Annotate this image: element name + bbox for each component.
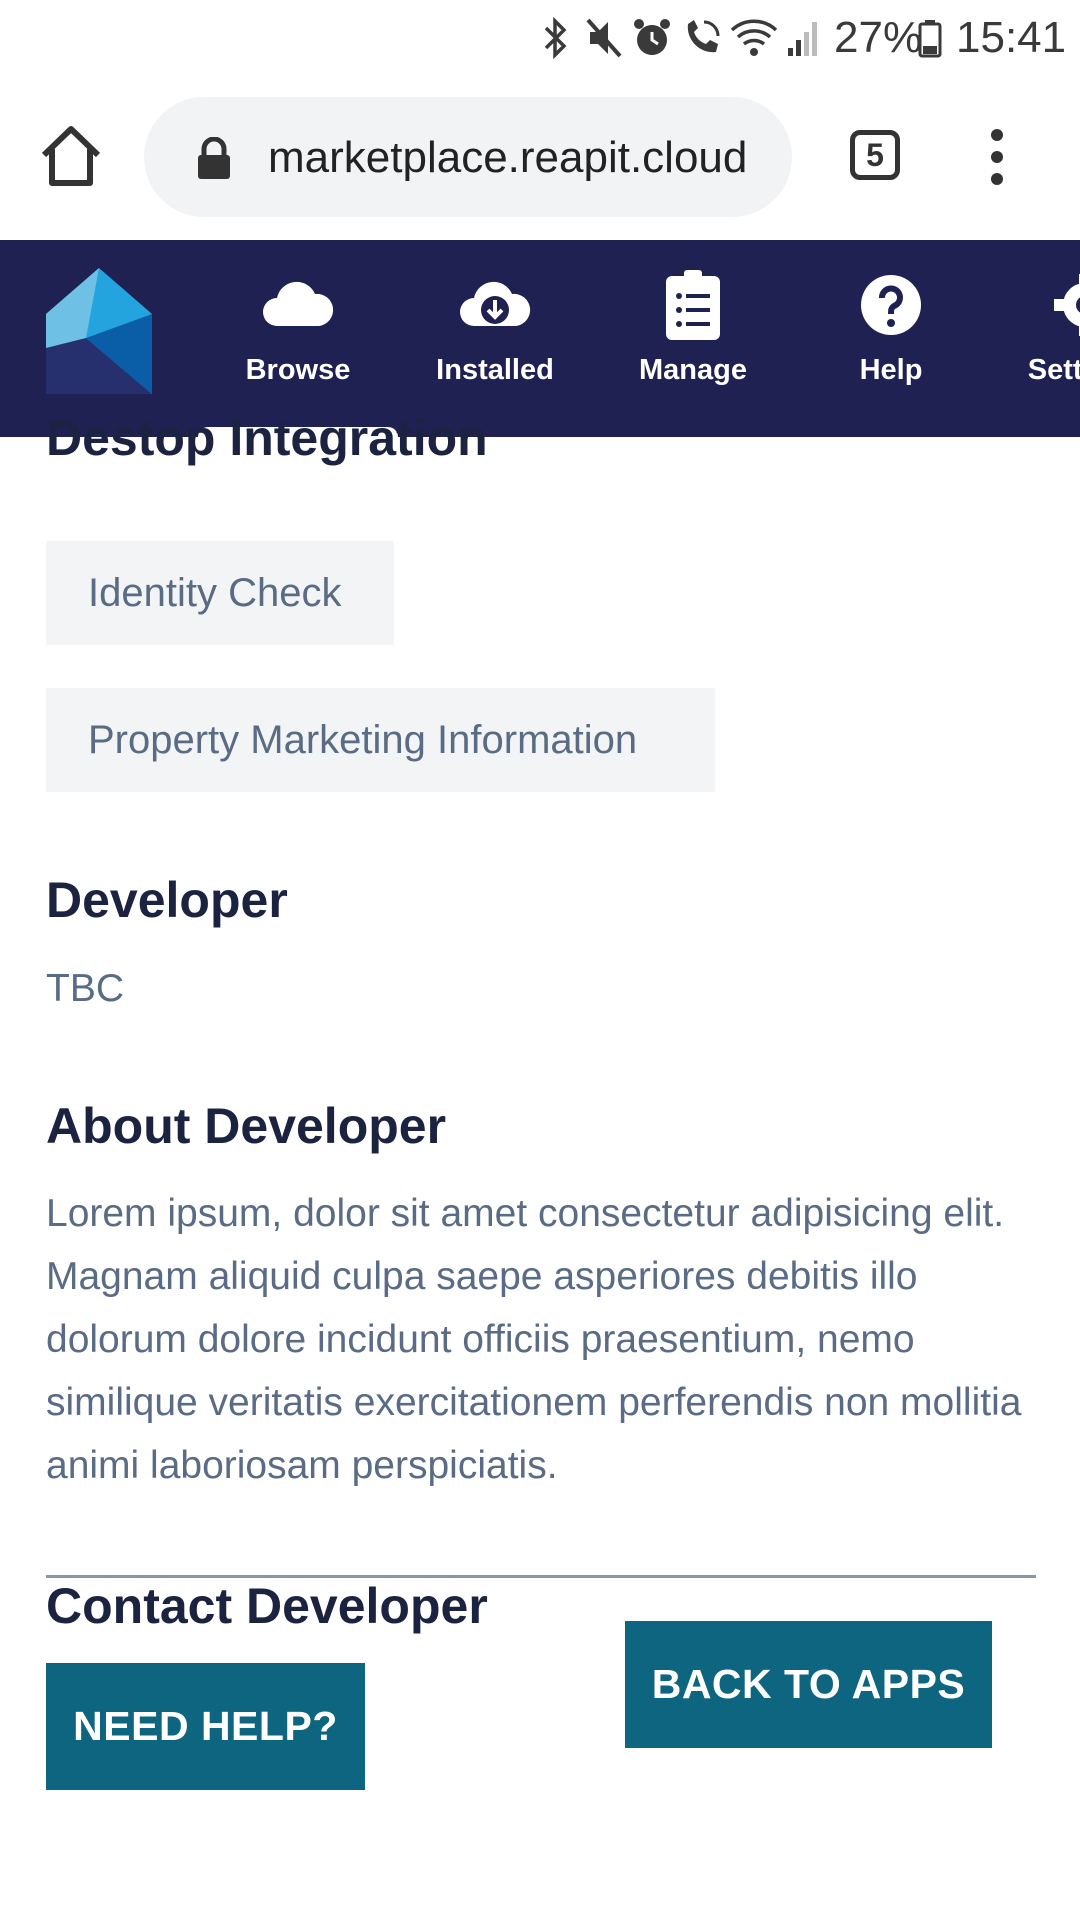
battery-percent: 27% (834, 13, 923, 62)
lock-icon (196, 136, 232, 181)
nav-label: Manage (639, 354, 747, 386)
contact-developer-heading: Contact Developer (46, 1578, 488, 1634)
status-bar: 27% 15:41 (0, 0, 1080, 75)
reapit-logo[interactable] (46, 268, 152, 394)
battery-icon (918, 10, 946, 66)
need-help-button[interactable]: NEED HELP? (46, 1663, 365, 1790)
app-navbar: Browse Installed Manage Help Settings (0, 240, 1080, 437)
back-to-apps-button[interactable]: BACK TO APPS (625, 1621, 992, 1748)
about-developer-heading: About Developer (46, 1098, 447, 1154)
wifi-call-icon (680, 10, 724, 66)
bluetooth-icon (540, 10, 576, 66)
home-icon[interactable] (36, 121, 106, 191)
nav-label: Installed (436, 354, 554, 386)
url-text[interactable]: marketplace.reapit.cloud (268, 125, 778, 191)
integration-chip: Property Marketing Information (46, 688, 715, 792)
cloud-icon (261, 270, 335, 340)
cloud-download-icon (458, 270, 532, 340)
nav-installed[interactable]: Installed (410, 270, 580, 410)
mute-icon (584, 10, 624, 66)
developer-heading: Developer (46, 872, 288, 928)
tab-switcher-button[interactable]: 5 (850, 130, 900, 180)
wifi-icon (730, 10, 778, 66)
question-circle-icon (854, 270, 928, 340)
alarm-icon (632, 10, 672, 66)
nav-help[interactable]: Help (806, 270, 976, 410)
nav-browse[interactable]: Browse (213, 270, 383, 410)
integration-chip: Identity Check (46, 541, 394, 645)
signal-icon (786, 10, 822, 66)
nav-manage[interactable]: Manage (608, 270, 778, 410)
browser-toolbar: marketplace.reapit.cloud 5 (0, 75, 1080, 240)
integration-heading: Destop Integration (46, 410, 488, 466)
gear-icon (1048, 270, 1080, 340)
about-developer-text: Lorem ipsum, dolor sit amet consectetur … (46, 1192, 1022, 1487)
nav-label: Browse (245, 354, 351, 386)
clipboard-list-icon (656, 270, 730, 340)
nav-label: Help (859, 354, 923, 386)
status-time: 15:41 (956, 13, 1067, 62)
developer-value: TBC (46, 967, 124, 1010)
overflow-menu-icon[interactable] (982, 127, 1012, 187)
nav-label: Settings (1027, 354, 1080, 386)
address-bar[interactable]: marketplace.reapit.cloud (144, 97, 792, 217)
nav-settings[interactable]: Settings (1000, 270, 1080, 410)
